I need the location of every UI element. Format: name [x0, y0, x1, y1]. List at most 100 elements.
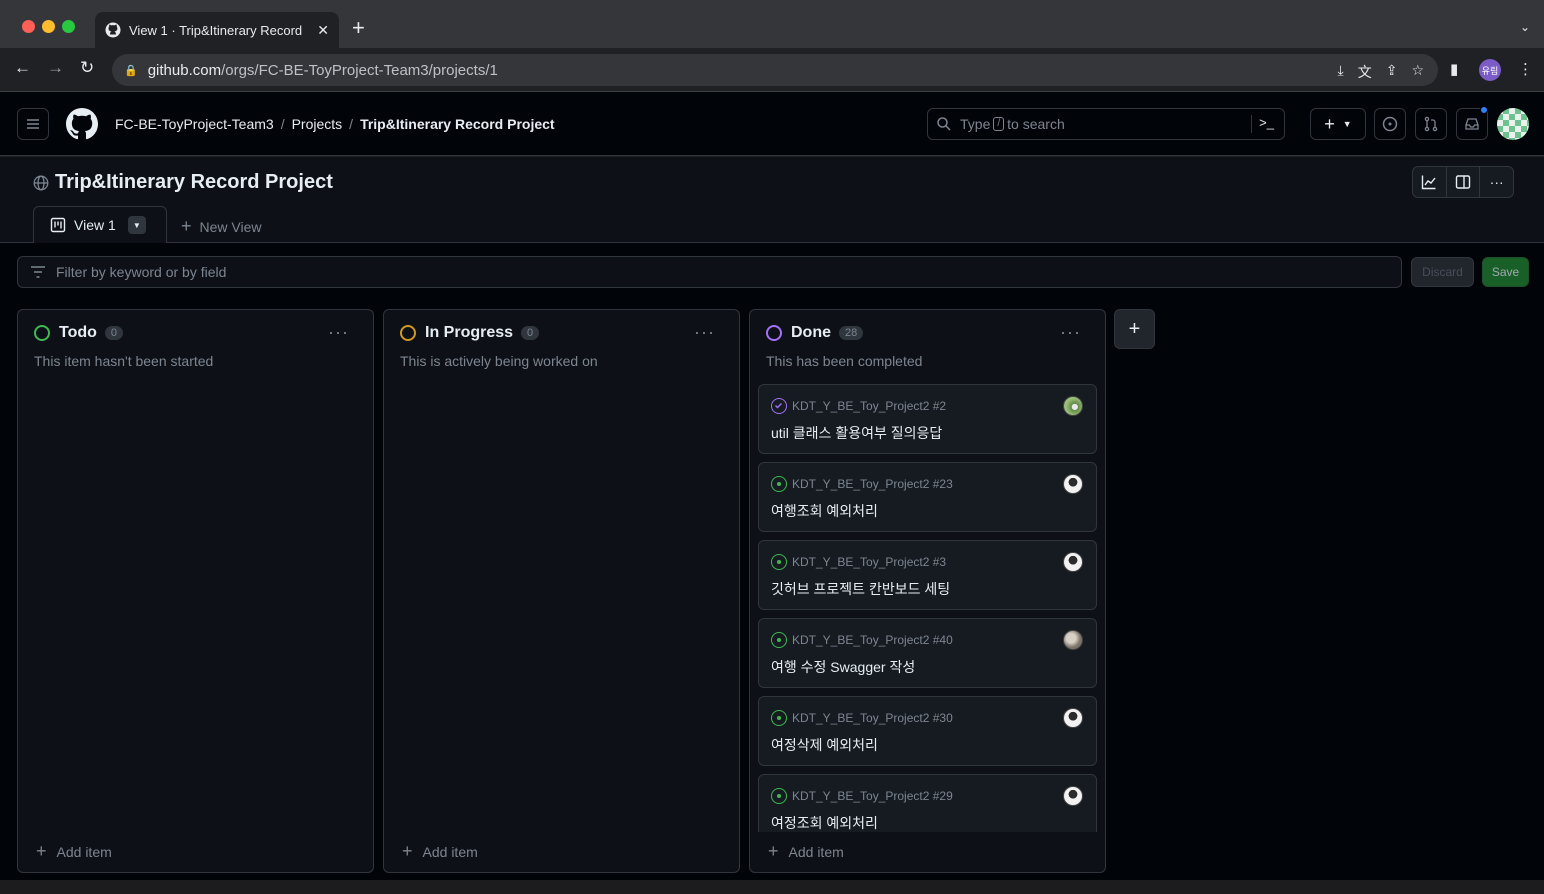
page-title: Trip&Itinerary Record Project [33, 171, 333, 194]
plus-icon: + [181, 216, 192, 236]
column-header: Done 28 [766, 324, 864, 342]
filter-input[interactable]: Filter by keyword or by field [17, 256, 1402, 288]
browser-tab[interactable]: View 1 · Trip&Itinerary Record ✕ [95, 12, 339, 48]
close-tab-icon[interactable]: ✕ [317, 22, 329, 39]
breadcrumb-project[interactable]: Trip&Itinerary Record Project [360, 116, 555, 132]
issue-card[interactable]: KDT_Y_BE_Toy_Project2 #30 여정삭제 예외처리 [758, 696, 1097, 766]
project-toolbar: ··· [1412, 166, 1514, 198]
side-panel-toggle-icon[interactable] [1447, 167, 1481, 197]
view-options-caret-icon[interactable]: ▼ [127, 216, 146, 234]
plus-icon: + [402, 841, 413, 861]
card-title[interactable]: util 클래스 활용여부 질의응답 [771, 423, 942, 443]
issues-button[interactable] [1374, 108, 1406, 140]
assignee-avatar[interactable] [1063, 708, 1083, 728]
card-reference[interactable]: KDT_Y_BE_Toy_Project2 #30 [792, 711, 953, 725]
card-reference[interactable]: KDT_Y_BE_Toy_Project2 #23 [792, 477, 953, 491]
column-menu-icon[interactable]: ··· [1060, 322, 1081, 343]
issue-card[interactable]: KDT_Y_BE_Toy_Project2 #2 util 클래스 활용여부 질… [758, 384, 1097, 454]
add-item-button[interactable]: + Add item [36, 841, 112, 862]
window-bottom-edge [0, 880, 1544, 894]
add-item-button[interactable]: + Add item [768, 841, 844, 862]
more-options-icon[interactable]: ··· [1480, 167, 1513, 197]
profile-avatar[interactable]: 유림 [1479, 59, 1501, 81]
breadcrumb-projects[interactable]: Projects [292, 116, 343, 132]
user-avatar[interactable] [1497, 108, 1529, 140]
column-description: This has been completed [766, 353, 923, 369]
assignee-avatar[interactable] [1063, 786, 1083, 806]
card-reference[interactable]: KDT_Y_BE_Toy_Project2 #40 [792, 633, 953, 647]
globe-icon [33, 175, 49, 190]
create-new-button[interactable]: + ▼ [1310, 108, 1366, 140]
breadcrumb-org[interactable]: FC-BE-ToyProject-Team3 [115, 116, 274, 132]
inbox-icon [1465, 118, 1479, 130]
github-header: FC-BE-ToyProject-Team3/Projects / Trip&Iti… [0, 92, 1544, 156]
issue-card[interactable]: KDT_Y_BE_Toy_Project2 #29 여정조회 예외처리 [758, 774, 1097, 832]
window-close-button[interactable] [22, 20, 35, 33]
card-reference[interactable]: KDT_Y_BE_Toy_Project2 #3 [792, 555, 946, 569]
column-done: Done 28 ··· This has been completed KDT_… [749, 309, 1106, 873]
pull-requests-button[interactable] [1415, 108, 1447, 140]
new-view-button[interactable]: + New View [181, 216, 262, 237]
tab-search-chevron-icon[interactable]: ⌄ [1520, 20, 1530, 34]
issue-opened-icon [771, 476, 787, 492]
bookmark-star-icon[interactable]: ☆ [1411, 62, 1424, 82]
browser-menu-icon[interactable]: ⋮ [1518, 60, 1533, 78]
assignee-avatar[interactable] [1063, 474, 1083, 494]
notification-indicator [1480, 106, 1488, 114]
card-title[interactable]: 여정삭제 예외처리 [771, 735, 878, 755]
command-palette-icon[interactable]: >_ [1259, 115, 1274, 130]
share-icon[interactable]: ⇪ [1386, 62, 1398, 82]
card-title[interactable]: 깃허브 프로젝트 칸반보드 세팅 [771, 579, 950, 599]
column-header: In Progress 0 [400, 324, 540, 342]
search-input[interactable]: Type / to search >_ [927, 108, 1285, 140]
assignee-avatar[interactable] [1063, 630, 1083, 650]
issue-opened-icon [771, 788, 787, 804]
new-tab-icon[interactable]: + [352, 17, 365, 39]
search-icon [937, 117, 951, 131]
card-reference[interactable]: KDT_Y_BE_Toy_Project2 #2 [792, 399, 946, 413]
translate-icon[interactable]: 文 [1358, 62, 1372, 82]
card-reference[interactable]: KDT_Y_BE_Toy_Project2 #29 [792, 789, 953, 803]
card-title[interactable]: 여행 수정 Swagger 작성 [771, 657, 915, 677]
hamburger-menu-icon[interactable] [17, 108, 49, 140]
issue-card[interactable]: KDT_Y_BE_Toy_Project2 #40 여행 수정 Swagger … [758, 618, 1097, 688]
issue-opened-icon [771, 710, 787, 726]
caret-down-icon: ▼ [1342, 119, 1352, 129]
add-column-button[interactable]: + [1114, 309, 1155, 349]
project-page: Trip&Itinerary Record Project ··· View 1… [0, 157, 1544, 894]
column-menu-icon[interactable]: ··· [328, 322, 349, 343]
install-app-icon[interactable]: ⤓ [1338, 62, 1344, 82]
card-title[interactable]: 여정조회 예외처리 [771, 813, 878, 832]
column-header: Todo 0 [34, 324, 124, 342]
window-zoom-button[interactable] [62, 20, 75, 33]
github-favicon-icon [105, 22, 121, 38]
reload-icon[interactable]: ↻ [80, 58, 94, 78]
column-menu-icon[interactable]: ··· [694, 322, 715, 343]
card-title[interactable]: 여행조회 예외처리 [771, 501, 878, 521]
plus-icon: + [1324, 113, 1335, 134]
item-count-badge: 0 [104, 326, 124, 340]
window-minimize-button[interactable] [42, 20, 55, 33]
insights-graph-icon[interactable] [1413, 167, 1447, 197]
add-item-button[interactable]: + Add item [402, 841, 478, 862]
board: Filter by keyword or by field Discard Sa… [0, 243, 1544, 894]
back-arrow-icon[interactable]: ← [14, 58, 31, 78]
forward-arrow-icon[interactable]: → [47, 58, 64, 78]
side-panel-icon[interactable]: ▮ [1450, 60, 1458, 78]
assignee-avatar[interactable] [1063, 396, 1083, 416]
lock-icon: 🔒 [124, 64, 138, 77]
status-circle-icon [400, 325, 416, 341]
board-icon [50, 217, 66, 233]
issue-card[interactable]: KDT_Y_BE_Toy_Project2 #23 여행조회 예외처리 [758, 462, 1097, 532]
item-count-badge: 0 [521, 326, 540, 340]
assignee-avatar[interactable] [1063, 552, 1083, 572]
address-bar[interactable]: 🔒 github.com/orgs/FC-BE-ToyProject-Team3… [112, 54, 1438, 86]
discard-button[interactable]: Discard [1411, 257, 1474, 287]
save-button[interactable]: Save [1482, 257, 1529, 287]
plus-icon: + [36, 841, 47, 861]
github-logo-icon[interactable] [66, 108, 98, 140]
tab-view-1[interactable]: View 1 ▼ [33, 206, 167, 243]
issue-opened-icon [1382, 116, 1398, 132]
issue-card[interactable]: KDT_Y_BE_Toy_Project2 #3 깃허브 프로젝트 칸반보드 세… [758, 540, 1097, 610]
breadcrumb: FC-BE-ToyProject-Team3/Projects / Trip&Iti… [115, 116, 555, 132]
